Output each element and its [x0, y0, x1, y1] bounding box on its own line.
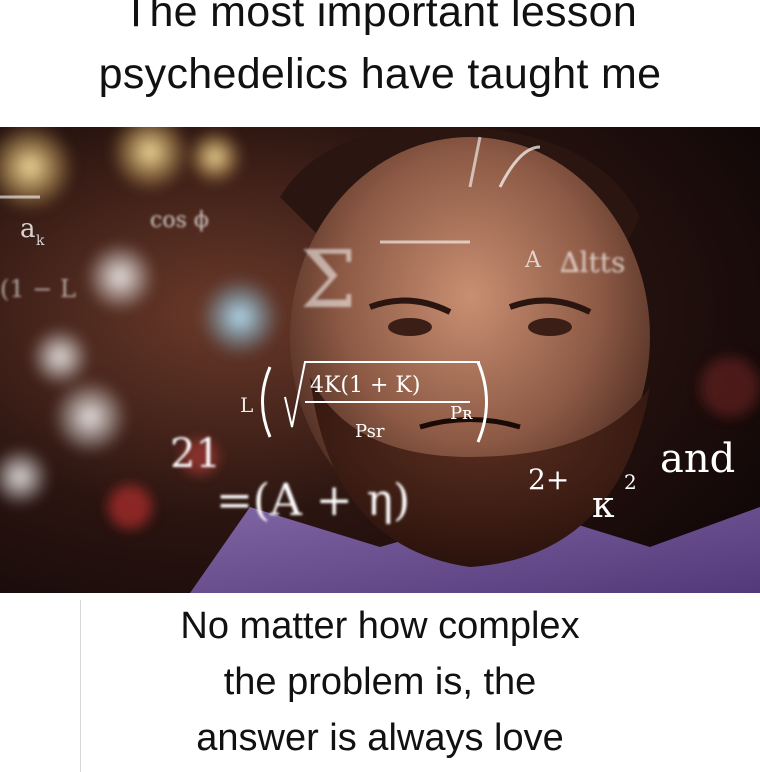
bottom-caption-line-3: answer is always love: [196, 717, 564, 759]
eq-kappa: κ: [592, 485, 615, 526]
top-caption: The most important lesson psychedelics h…: [0, 0, 760, 126]
eq-kappa-exp: 2: [624, 470, 637, 494]
eq-p-sub: Pʀ: [450, 403, 473, 424]
eq-l-paren: L: [240, 393, 253, 417]
bottom-caption-line-2: the problem is, the: [223, 661, 537, 703]
eq-small-a: A: [524, 248, 542, 273]
bottom-caption-line-1: No matter how complex: [180, 605, 580, 647]
eq-main: =(A + η): [216, 475, 410, 526]
eq-cos: cos ϕ: [150, 208, 209, 233]
eq-exponent: 2+: [528, 463, 569, 496]
eq-sqrt-numerator: 4K(1 + K): [310, 373, 420, 398]
photo-illustration: 21 =(A + η) 2+ κ 2 and L 4K(1 + K) Psr P…: [0, 127, 760, 593]
bottom-caption: No matter how complex the problem is, th…: [0, 593, 760, 772]
eq-one-minus: (1 − L: [0, 275, 76, 303]
eq-a: a: [20, 214, 36, 244]
eq-a-sub: k: [36, 233, 45, 249]
photo-man-with-equations: 21 =(A + η) 2+ κ 2 and L 4K(1 + K) Psr P…: [0, 127, 760, 593]
top-caption-line-2: psychedelics have taught me: [98, 50, 662, 98]
eq-sqrt-denominator: Psr: [355, 421, 385, 442]
top-caption-line-1: The most important lesson: [122, 0, 638, 36]
meme-image: The most important lesson psychedelics h…: [0, 0, 760, 772]
eq-sigma: Σ: [300, 233, 357, 326]
eq-ratio: ∆ltts: [560, 246, 625, 279]
eq-number: 21: [170, 431, 221, 477]
eq-and: and: [660, 436, 735, 482]
